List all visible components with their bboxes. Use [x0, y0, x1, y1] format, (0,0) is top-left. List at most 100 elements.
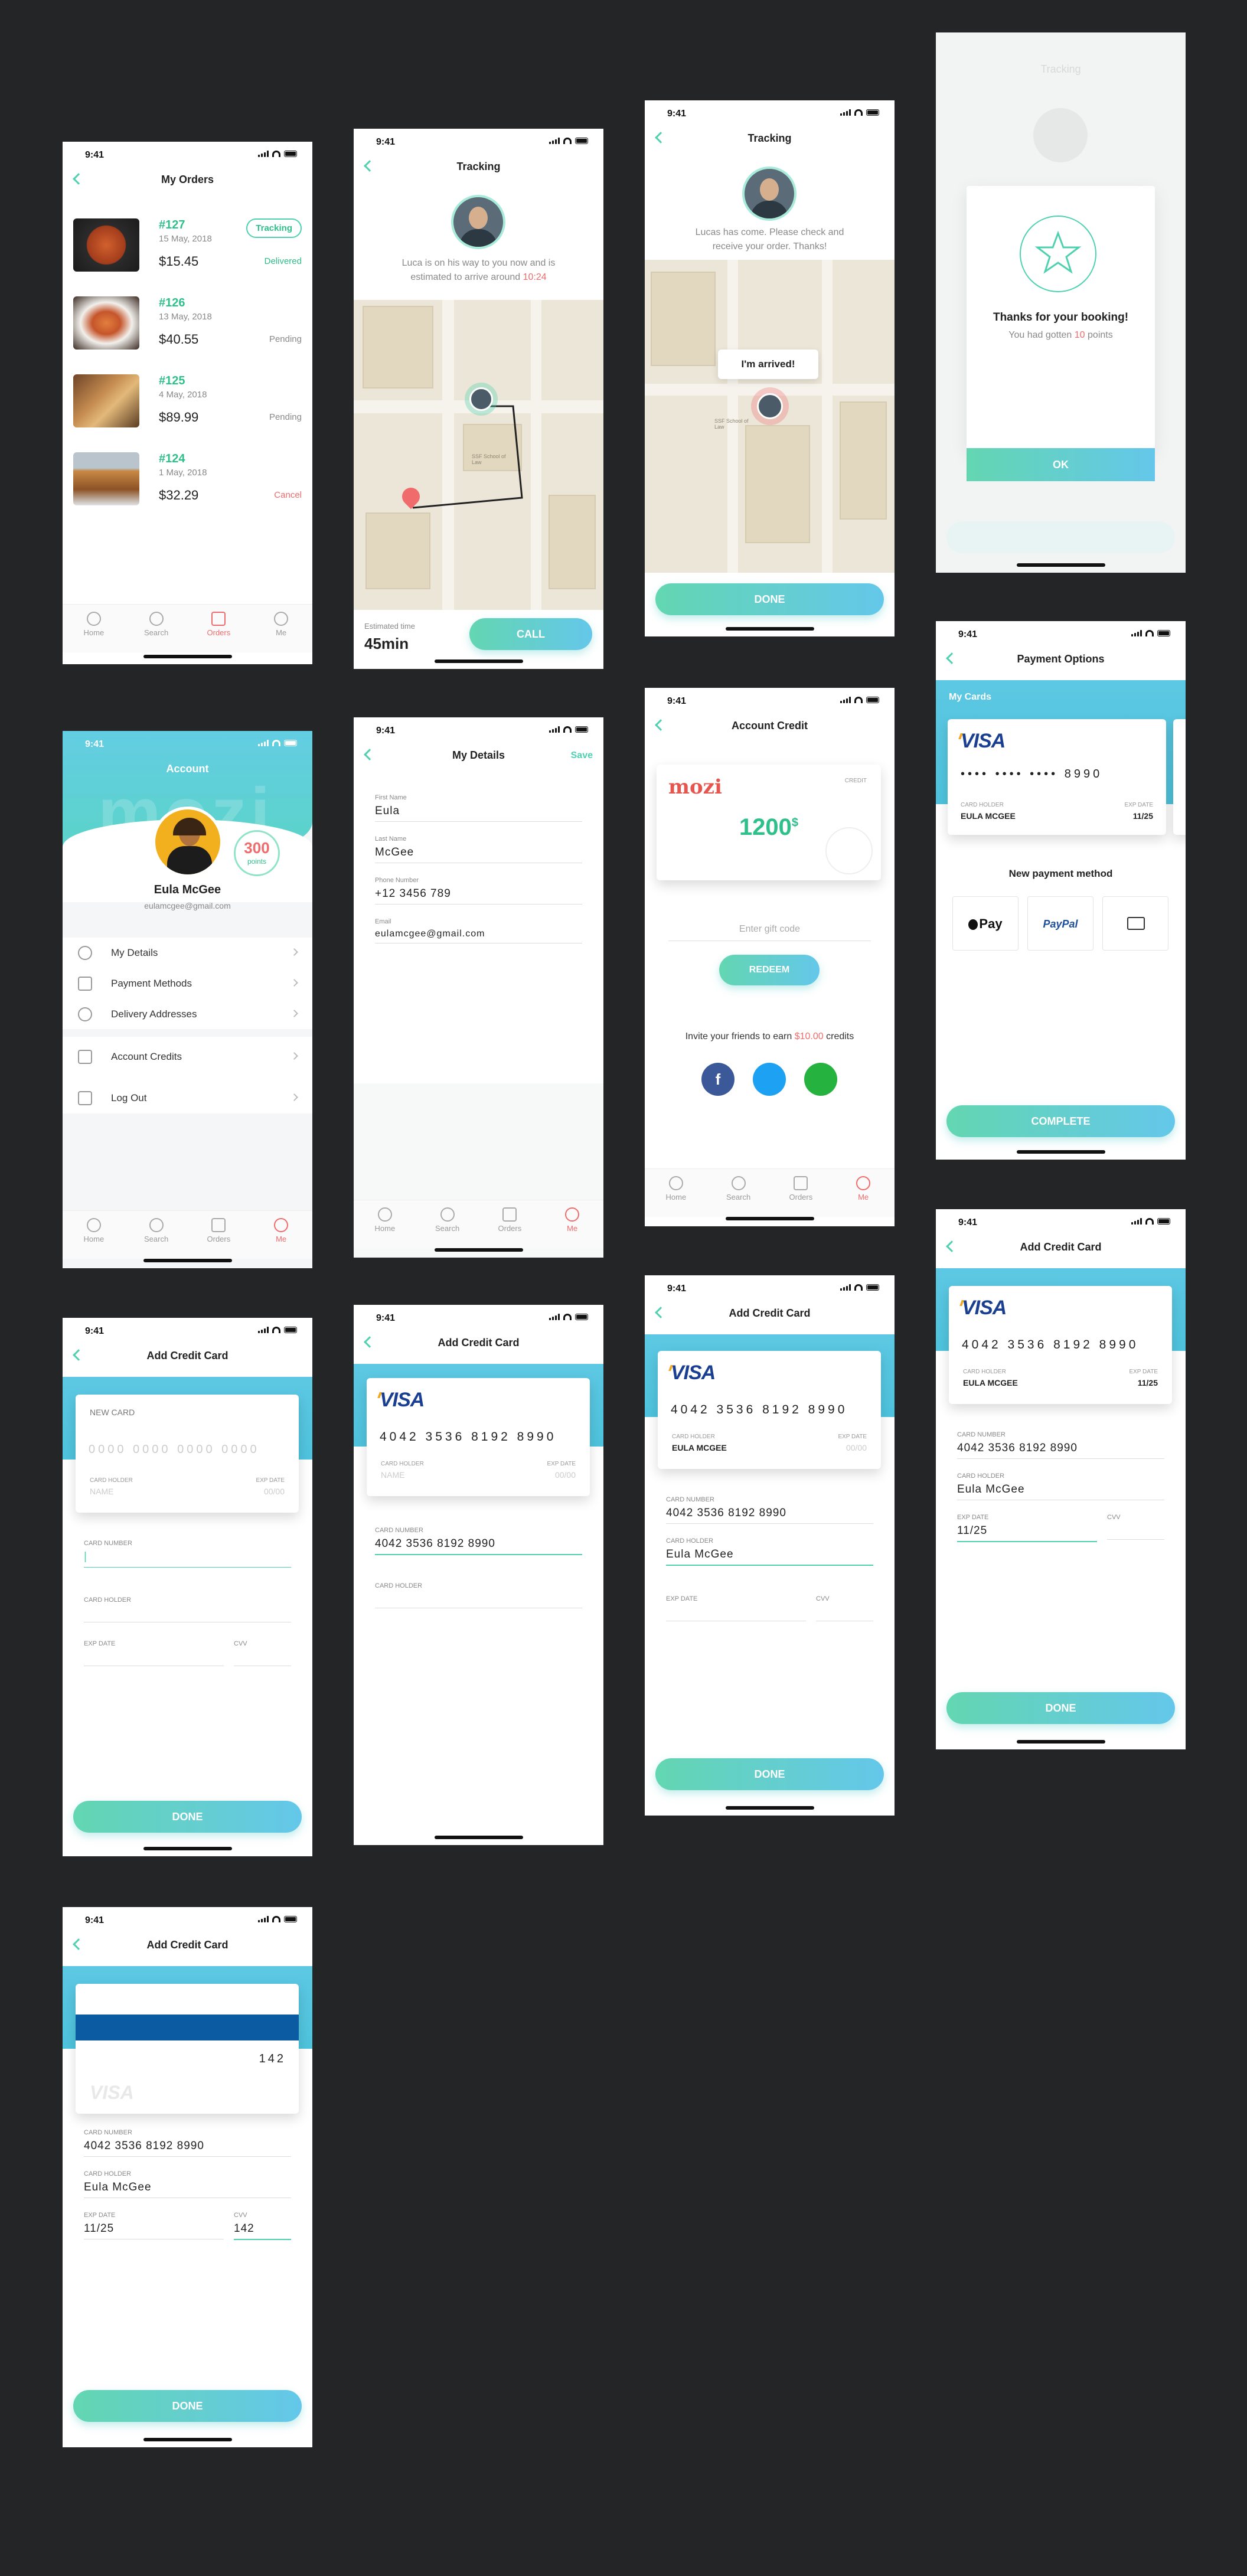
map[interactable]: SSF School of Law: [354, 300, 603, 610]
order-price: $89.99: [159, 410, 199, 425]
done-button[interactable]: DONE: [73, 1801, 302, 1833]
card-number-input[interactable]: CARD NUMBER 4042 3536 8192 8990: [375, 1527, 582, 1555]
user-icon: [856, 1176, 871, 1190]
exp-date-input[interactable]: EXP DATE: [666, 1595, 806, 1621]
tab-bar: Home Search Orders Me: [63, 604, 312, 652]
gift-code-input[interactable]: Enter gift code: [668, 924, 871, 941]
phone-field[interactable]: Phone Number +12 3456 789: [375, 877, 582, 905]
tab-orders[interactable]: Orders: [489, 1207, 530, 1248]
done-button[interactable]: DONE: [655, 1758, 884, 1790]
first-name-field[interactable]: First Name Eula: [375, 794, 582, 822]
order-item[interactable]: #124 1 May, 2018 $32.29 Cancel: [73, 446, 302, 524]
cvv-input[interactable]: CVV: [816, 1595, 873, 1621]
menu-my-details[interactable]: My Details: [78, 941, 301, 965]
card-holder-input[interactable]: CARD HOLDER: [84, 1596, 291, 1622]
card-number-input[interactable]: CARD NUMBER 4042 3536 8192 8990: [957, 1431, 1164, 1459]
menu-log-out[interactable]: Log Out: [78, 1086, 301, 1110]
profile-avatar[interactable]: [152, 807, 223, 877]
tab-orders[interactable]: Orders: [198, 612, 239, 652]
done-button[interactable]: DONE: [73, 2390, 302, 2422]
done-button[interactable]: DONE: [946, 1692, 1175, 1724]
tab-search[interactable]: Search: [718, 1176, 759, 1217]
twitter-share-icon[interactable]: [753, 1063, 786, 1096]
redeem-button[interactable]: REDEEM: [719, 955, 820, 985]
card-preview: VISA 4042 3536 8192 8990 CARD HOLDER NAM…: [367, 1378, 590, 1496]
ok-button[interactable]: OK: [967, 448, 1155, 481]
tab-search[interactable]: Search: [136, 1218, 177, 1259]
status-time: 9:41: [85, 739, 105, 749]
call-button[interactable]: CALL: [469, 618, 592, 650]
card-holder-input[interactable]: CARD HOLDER: [375, 1582, 582, 1608]
home-indicator: [143, 1259, 232, 1262]
complete-button[interactable]: COMPLETE: [946, 1105, 1175, 1137]
route-line: [412, 405, 523, 509]
tracking-button[interactable]: Tracking: [246, 218, 302, 238]
card-option[interactable]: [1102, 896, 1168, 951]
card-holder-input[interactable]: CARD HOLDER Eula McGee: [666, 1537, 873, 1566]
tab-orders[interactable]: Orders: [198, 1218, 239, 1259]
status-time: 9:41: [376, 137, 396, 147]
bag-icon: [211, 612, 226, 626]
tab-me[interactable]: Me: [843, 1176, 884, 1217]
modal-subtitle: You had gotten 10 points: [1008, 330, 1113, 340]
menu-account-credits[interactable]: Account Credits: [78, 1045, 301, 1069]
order-number: #126: [159, 296, 185, 309]
tab-me[interactable]: Me: [260, 1218, 302, 1259]
points-badge: 300 points: [234, 830, 280, 876]
card-holder-input[interactable]: CARD HOLDER Eula McGee: [957, 1473, 1164, 1500]
facebook-share-icon[interactable]: f: [701, 1063, 735, 1096]
order-date: 13 May, 2018: [159, 312, 212, 322]
map[interactable]: SSF School of Law I'm arrived!: [645, 260, 895, 573]
card-holder-input[interactable]: CARD HOLDER Eula McGee: [84, 2170, 291, 2198]
apple-pay-option[interactable]: Pay: [952, 896, 1019, 951]
taco-image: [73, 374, 139, 427]
card-number-input[interactable]: CARD NUMBER |: [84, 1540, 291, 1568]
order-price: $40.55: [159, 332, 199, 347]
tab-home[interactable]: Home: [364, 1207, 406, 1248]
profile-name: Eula McGee: [154, 883, 221, 896]
exp-date-input[interactable]: EXP DATE 11/25: [957, 1514, 1097, 1542]
card-holder: EULA MCGEE: [672, 1443, 727, 1452]
home-indicator: [143, 1847, 232, 1850]
screen-booking-thanks: Tracking Thanks for your booking! You ha…: [936, 32, 1186, 573]
card-preview: VISA 4042 3536 8192 8990 CARD HOLDER EUL…: [658, 1351, 881, 1469]
card-preview: VISA 4042 3536 8192 8990 CARD HOLDER EUL…: [949, 1286, 1172, 1404]
status-time: 9:41: [376, 726, 396, 736]
menu-payment-methods[interactable]: Payment Methods: [78, 972, 301, 995]
magnetic-stripe: [76, 2015, 299, 2040]
tab-home[interactable]: Home: [73, 1218, 115, 1259]
tab-me[interactable]: Me: [551, 1207, 593, 1248]
tab-home[interactable]: Home: [655, 1176, 697, 1217]
exp-date-input[interactable]: EXP DATE 11/25: [84, 2212, 224, 2239]
card-holder: EULA MCGEE: [963, 1378, 1018, 1387]
menu-delivery-addresses[interactable]: Delivery Addresses: [78, 1003, 301, 1026]
card-holder: EULA MCGEE: [961, 811, 1016, 821]
home-icon: [377, 1207, 392, 1222]
cvv-input[interactable]: CVV 142: [234, 2212, 291, 2240]
cvv-input[interactable]: CVV: [234, 1640, 291, 1666]
email-field[interactable]: Email eulamcgee@gmail.com: [375, 918, 582, 943]
tab-search[interactable]: Search: [427, 1207, 468, 1248]
done-button[interactable]: DONE: [655, 583, 884, 615]
tab-home[interactable]: Home: [73, 612, 115, 652]
order-item[interactable]: #127 15 May, 2018 $15.45 Tracking Delive…: [73, 213, 302, 290]
last-name-field[interactable]: Last Name McGee: [375, 835, 582, 863]
paypal-option[interactable]: PayPal: [1027, 896, 1093, 951]
tab-orders[interactable]: Orders: [780, 1176, 821, 1217]
card-number-input[interactable]: CARD NUMBER 4042 3536 8192 8990: [666, 1496, 873, 1524]
exp-date-input[interactable]: EXP DATE: [84, 1640, 224, 1666]
save-button[interactable]: Save: [571, 750, 593, 761]
user-icon: [565, 1207, 580, 1222]
cvv-input[interactable]: CVV: [1107, 1514, 1164, 1540]
chevron-right-icon: [290, 979, 298, 987]
message-share-icon[interactable]: [804, 1063, 837, 1096]
order-item[interactable]: #126 13 May, 2018 $40.55 Pending: [73, 290, 302, 368]
order-item[interactable]: #125 4 May, 2018 $89.99 Pending: [73, 368, 302, 446]
tab-me[interactable]: Me: [260, 612, 302, 652]
tab-search[interactable]: Search: [136, 612, 177, 652]
chevron-right-icon: [290, 1010, 298, 1017]
home-indicator: [434, 1836, 523, 1839]
saved-card[interactable]: VISA •••• •••• •••• 8990 CARD HOLDER EUL…: [948, 719, 1166, 835]
card-number-input[interactable]: CARD NUMBER 4042 3536 8192 8990: [84, 2129, 291, 2157]
search-icon: [149, 1218, 164, 1232]
